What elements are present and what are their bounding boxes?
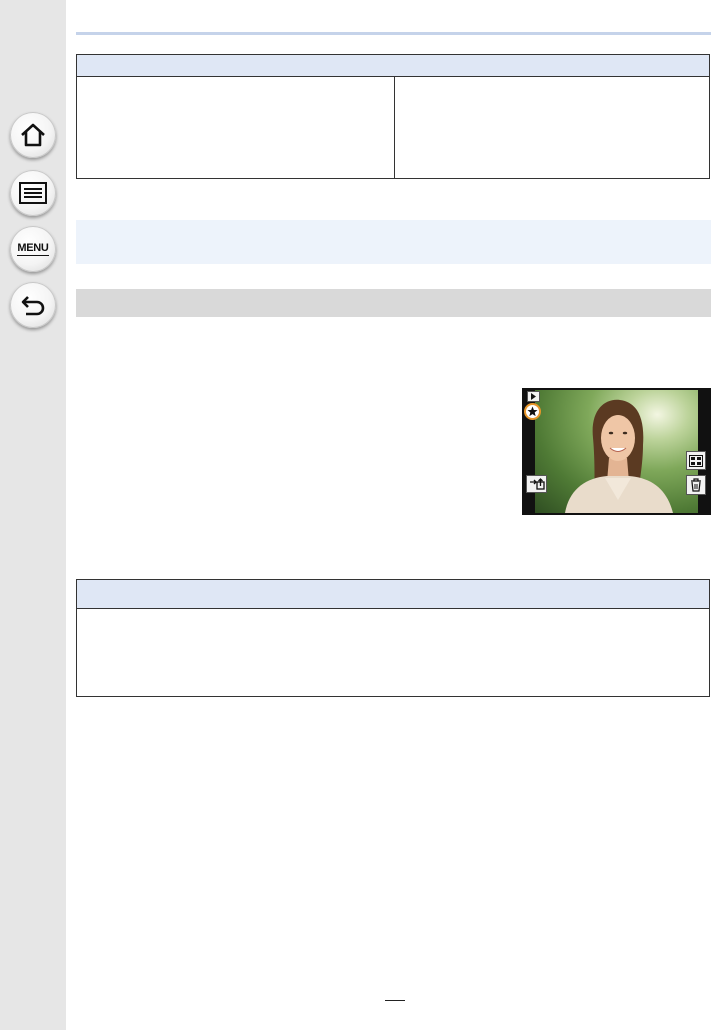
notes-table	[76, 579, 710, 697]
woman-portrait-image	[565, 399, 673, 513]
header-rule	[76, 32, 711, 35]
back-arrow-icon	[21, 296, 45, 316]
contents-button[interactable]	[10, 170, 56, 216]
upload-icon[interactable]	[526, 475, 547, 493]
playback-screen-illustration	[522, 388, 711, 515]
settings-table-header	[77, 55, 709, 77]
menu-button[interactable]: MENU	[10, 226, 56, 272]
portrait-photo	[535, 390, 698, 513]
page-number-rule	[385, 1000, 405, 1001]
section-heading-bar	[76, 289, 711, 317]
note-box	[76, 220, 711, 264]
settings-table	[76, 54, 710, 179]
back-button[interactable]	[10, 282, 56, 328]
home-button[interactable]	[10, 112, 56, 158]
home-icon	[21, 123, 45, 147]
list-icon	[19, 182, 47, 204]
table-column-divider	[394, 77, 395, 178]
playback-icon	[527, 391, 540, 402]
favorite-star-icon[interactable]	[524, 403, 541, 420]
delete-icon[interactable]	[686, 475, 706, 495]
grid-icon[interactable]	[686, 451, 706, 470]
notes-table-header	[77, 580, 709, 609]
sidebar: MENU	[0, 0, 66, 1030]
menu-icon: MENU	[17, 241, 49, 256]
